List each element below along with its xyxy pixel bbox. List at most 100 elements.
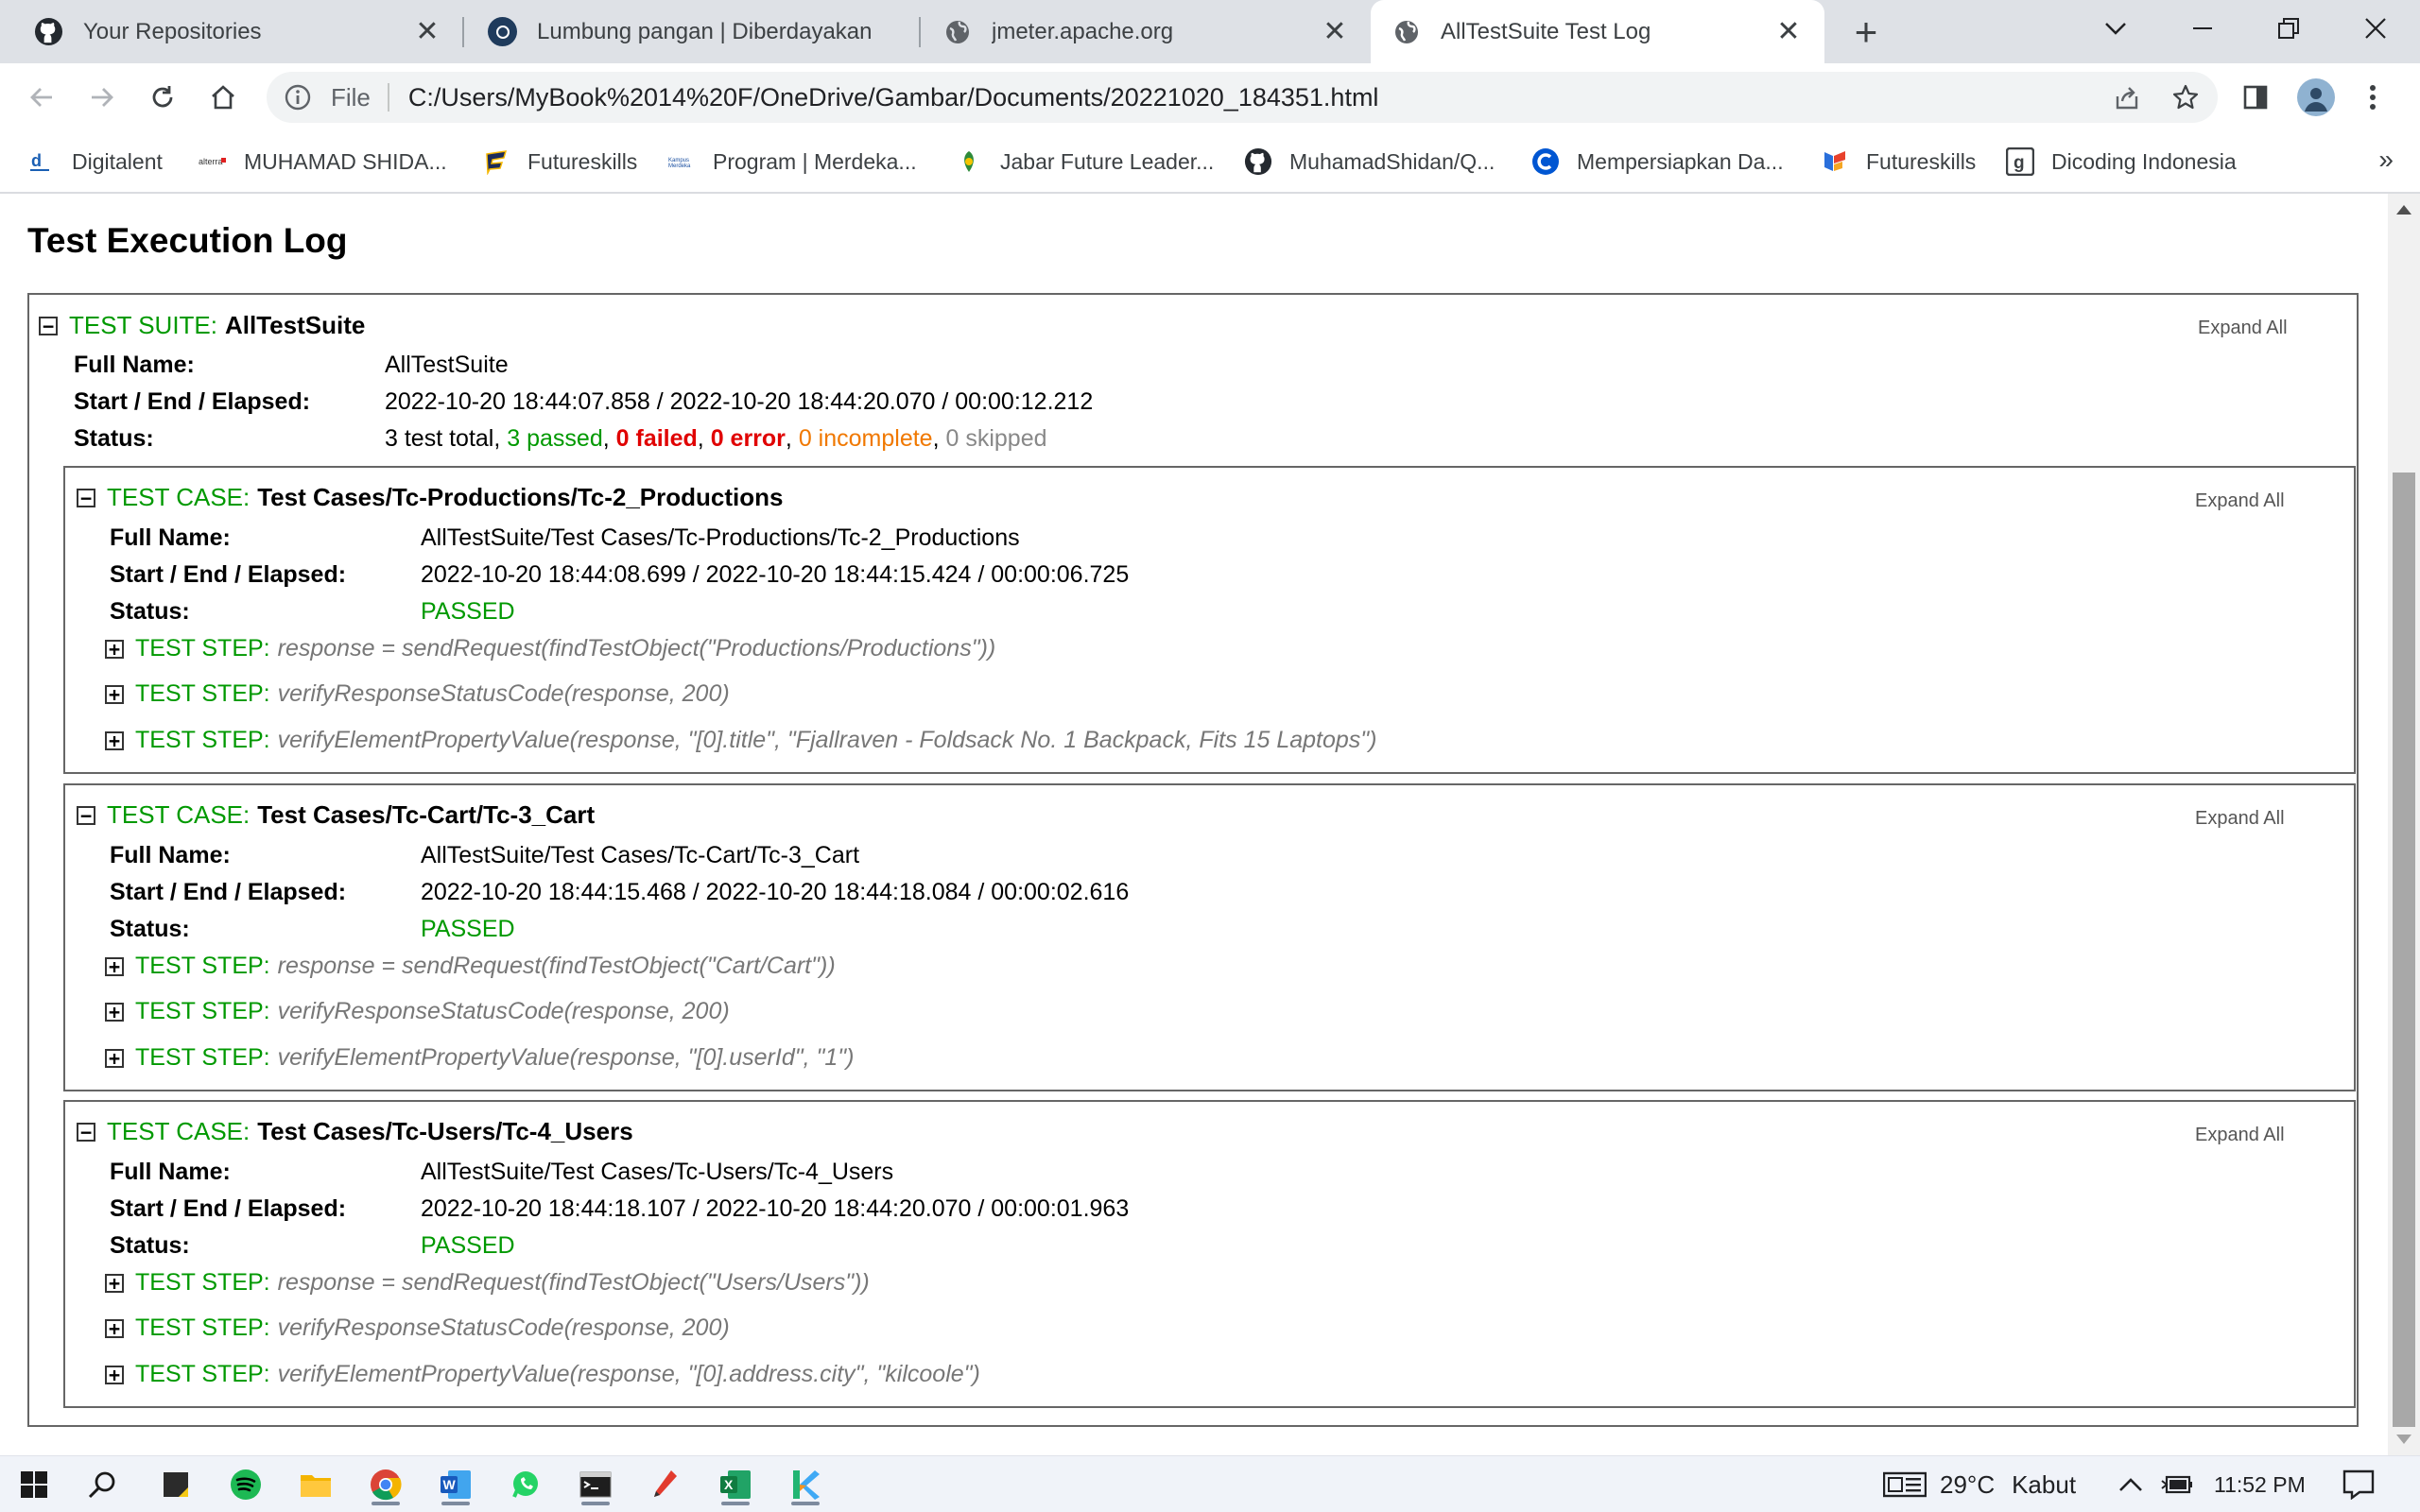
test-step[interactable]: + TEST STEP: verifyResponseStatusCode(re… — [105, 1314, 730, 1342]
bookmark-muhamadshidan-github[interactable]: MuhamadShidan/Q... — [1244, 143, 1495, 180]
suite-header[interactable]: − TEST SUITE: AllTestSuite — [39, 311, 365, 340]
test-step[interactable]: + TEST STEP: response = sendRequest(find… — [105, 1269, 870, 1297]
tab-lumbung-pangan[interactable]: Lumbung pangan | Diberdayakan — [465, 0, 919, 63]
home-button[interactable] — [202, 77, 244, 118]
collapse-icon[interactable]: − — [77, 805, 95, 825]
reload-button[interactable] — [142, 77, 183, 118]
test-step[interactable]: + TEST STEP: response = sendRequest(find… — [105, 953, 836, 980]
close-window-button[interactable] — [2333, 0, 2418, 57]
expand-icon[interactable]: + — [105, 730, 124, 750]
address-bar[interactable]: File C:/Users/MyBook%2014%20F/OneDrive/G… — [267, 72, 2218, 123]
collapse-icon[interactable]: − — [77, 488, 95, 507]
collapse-icon[interactable]: − — [77, 1122, 95, 1142]
search-icon[interactable] — [81, 1464, 123, 1505]
share-icon[interactable] — [2106, 77, 2148, 118]
test-step[interactable]: + TEST STEP: verifyElementPropertyValue(… — [105, 1044, 854, 1072]
notifications-icon[interactable] — [2342, 1456, 2375, 1512]
scroll-down-arrow[interactable] — [2396, 1435, 2411, 1444]
case-name: Test Cases/Tc-Users/Tc-4_Users — [257, 1117, 633, 1145]
show-hidden-icons-button[interactable] — [2118, 1456, 2144, 1512]
weather-widget[interactable]: 29°C Kabut — [1883, 1456, 2076, 1512]
status-label: Status: — [110, 598, 190, 625]
expand-icon[interactable]: + — [105, 956, 124, 976]
minimize-button[interactable] — [2160, 0, 2245, 57]
new-tab-button[interactable]: + — [1845, 9, 1887, 54]
test-step[interactable]: + TEST STEP: verifyElementPropertyValue(… — [105, 727, 1376, 754]
weather-condition: Kabut — [2012, 1469, 2077, 1499]
bookmark-jabar-future-leader[interactable]: Jabar Future Leader... — [955, 143, 1214, 180]
close-icon[interactable]: ✕ — [1772, 15, 1806, 49]
whatsapp-icon[interactable] — [505, 1464, 546, 1505]
tab-search-button[interactable] — [2073, 0, 2158, 57]
svg-text:X: X — [724, 1477, 734, 1492]
expand-icon[interactable]: + — [105, 639, 124, 659]
windows-start-icon[interactable] — [13, 1464, 55, 1505]
collapse-icon[interactable]: − — [39, 316, 58, 335]
expand-icon[interactable]: + — [105, 1318, 124, 1338]
bookmark-futureskills-1[interactable]: Futureskills — [482, 143, 637, 180]
star-icon[interactable] — [2165, 77, 2206, 118]
excel-icon[interactable]: X — [715, 1464, 756, 1505]
test-step[interactable]: + TEST STEP: verifyResponseStatusCode(re… — [105, 680, 730, 708]
tab-your-repositories[interactable]: Your Repositories ✕ — [0, 0, 463, 63]
bookmark-dicoding[interactable]: g Dicoding Indonesia — [2006, 143, 2237, 180]
chrome-icon[interactable] — [365, 1464, 406, 1505]
expand-icon[interactable]: + — [105, 1273, 124, 1293]
start-end-value: 2022-10-20 18:44:07.858 / 2022-10-20 18:… — [385, 388, 1094, 415]
close-icon[interactable]: ✕ — [1318, 15, 1352, 49]
word-icon[interactable]: W — [435, 1464, 476, 1505]
clock[interactable]: 11:52 PM — [2214, 1456, 2306, 1512]
skipped-count: 0 skipped — [945, 425, 1047, 452]
bookmark-digitalent[interactable]: d Digitalent — [26, 143, 163, 180]
back-button[interactable] — [21, 77, 62, 118]
expand-icon[interactable]: + — [105, 1048, 124, 1068]
spotify-icon[interactable] — [225, 1464, 267, 1505]
test-step[interactable]: + TEST STEP: verifyElementPropertyValue(… — [105, 1361, 980, 1388]
tab-alltestsuite-log[interactable]: AllTestSuite Test Log ✕ — [1371, 0, 1824, 63]
case-header[interactable]: − TEST CASE: Test Cases/Tc-Cart/Tc-3_Car… — [77, 800, 595, 830]
file-explorer-icon[interactable] — [295, 1464, 337, 1505]
step-code: verifyResponseStatusCode(response, 200) — [277, 680, 730, 707]
pen-app-icon[interactable] — [645, 1464, 686, 1505]
futureskills-icon — [482, 147, 510, 176]
case-header[interactable]: − TEST CASE: Test Cases/Tc-Users/Tc-4_Us… — [77, 1117, 633, 1146]
expand-icon[interactable]: + — [105, 1002, 124, 1022]
katalon-icon[interactable] — [785, 1464, 826, 1505]
status-label: Status: — [110, 1232, 190, 1259]
step-code: response = sendRequest(findTestObject("C… — [277, 953, 836, 979]
expand-icon[interactable]: + — [105, 684, 124, 704]
test-step[interactable]: + TEST STEP: response = sendRequest(find… — [105, 635, 995, 662]
case-header[interactable]: − TEST CASE: Test Cases/Tc-Productions/T… — [77, 483, 783, 512]
expand-all-button[interactable]: Expand All — [2195, 490, 2285, 512]
expand-all-button[interactable]: Expand All — [2195, 1125, 2285, 1146]
expand-all-button[interactable]: Expand All — [2195, 808, 2285, 830]
active-indicator — [441, 1502, 470, 1505]
terminal-icon[interactable] — [575, 1464, 616, 1505]
expand-all-button[interactable]: Expand All — [2198, 318, 2288, 339]
side-panel-button[interactable] — [2235, 77, 2276, 118]
close-icon[interactable]: ✕ — [410, 15, 444, 49]
restore-button[interactable] — [2246, 0, 2331, 57]
bookmark-mempersiapkan[interactable]: Mempersiapkan Da... — [1531, 143, 1784, 180]
vertical-scrollbar[interactable] — [2388, 194, 2420, 1455]
test-step[interactable]: + TEST STEP: verifyResponseStatusCode(re… — [105, 998, 730, 1025]
bookmark-merdeka[interactable]: Kampus Merdeka Program | Merdeka... — [667, 143, 917, 180]
tab-jmeter[interactable]: jmeter.apache.org ✕ — [922, 0, 1371, 63]
info-icon[interactable] — [282, 81, 314, 113]
bookmark-futureskills-2[interactable]: Futureskills — [1821, 143, 1976, 180]
profile-button[interactable] — [2295, 77, 2337, 118]
sticky-notes-icon[interactable] — [155, 1464, 197, 1505]
scroll-thumb[interactable] — [2393, 472, 2415, 1427]
scroll-up-arrow[interactable] — [2396, 205, 2411, 215]
suite-name: AllTestSuite — [225, 311, 366, 339]
menu-button[interactable] — [2352, 77, 2394, 118]
url-text[interactable]: C:/Users/MyBook%2014%20F/OneDrive/Gambar… — [408, 83, 1379, 112]
more-bookmarks-button[interactable]: » — [2378, 145, 2394, 175]
bookmarks-bar: d Digitalent alterra MUHAMAD SHIDA... Fu… — [0, 131, 2420, 194]
restore-icon — [2278, 18, 2299, 39]
bookmark-label: Jabar Future Leader... — [1000, 148, 1215, 174]
bookmark-muhamad-shidan[interactable]: alterra MUHAMAD SHIDA... — [199, 143, 447, 180]
expand-icon[interactable]: + — [105, 1365, 124, 1384]
battery-icon[interactable] — [2161, 1456, 2193, 1512]
forward-button[interactable] — [81, 77, 123, 118]
